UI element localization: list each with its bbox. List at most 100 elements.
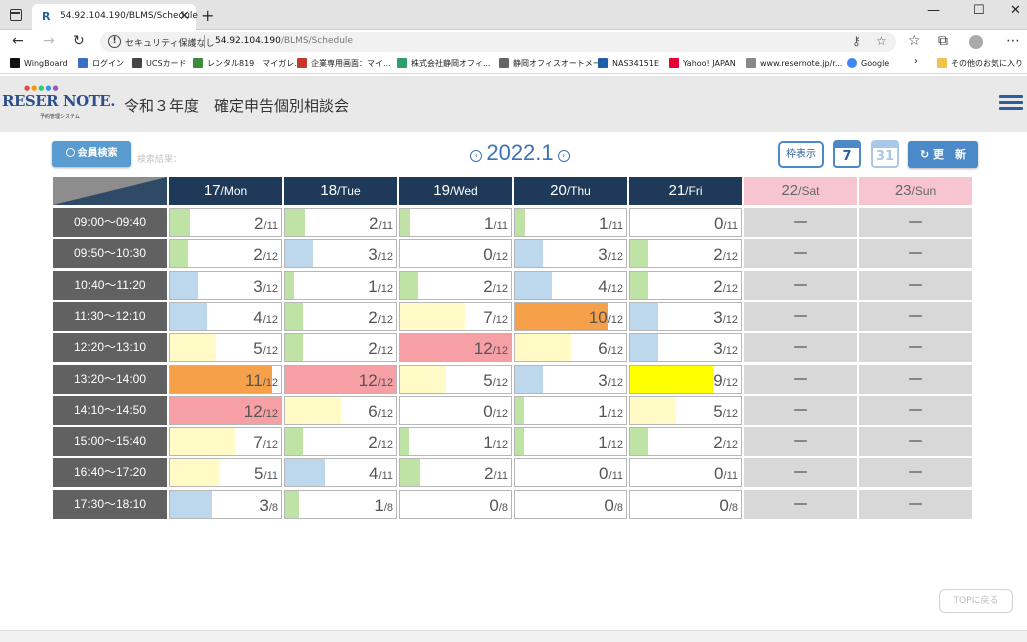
close-window-icon[interactable]: ✕ [1010, 3, 1021, 18]
reservation-cell[interactable]: 3/12 [169, 271, 282, 300]
reservation-cell[interactable]: 2/12 [284, 302, 397, 331]
reservation-cell[interactable]: 12/12 [284, 365, 397, 394]
reservation-cell[interactable]: 0/8 [629, 490, 742, 519]
horizontal-scrollbar[interactable] [0, 630, 1027, 642]
reservation-cell[interactable]: 3/12 [284, 239, 397, 268]
reservation-cell[interactable]: 4/12 [169, 302, 282, 331]
reservation-cell[interactable]: 2/11 [284, 208, 397, 237]
reservation-cell[interactable]: 0/8 [399, 490, 512, 519]
other-favorites[interactable]: その他のお気に入り [937, 58, 1023, 69]
reservation-cell[interactable]: 0/12 [399, 239, 512, 268]
reservation-cell[interactable]: 5/12 [399, 365, 512, 394]
not-secure-icon[interactable]: ! [108, 35, 121, 48]
reservation-cell[interactable]: 10/12 [514, 302, 627, 331]
bookmark-5[interactable]: 株式会社静岡オフィ... [397, 58, 490, 69]
reservation-cell[interactable]: 0/11 [629, 208, 742, 237]
back-icon[interactable]: ← [12, 33, 24, 49]
reservation-cell[interactable]: 12/12 [169, 396, 282, 425]
reservation-cell[interactable]: 11/12 [169, 365, 282, 394]
bookmark-9[interactable]: www.resernote.jp/r... [746, 58, 842, 68]
bookmark-3[interactable]: レンタル819 マイガレ... [193, 58, 302, 69]
bookmark-1[interactable]: ログイン [78, 58, 124, 69]
reservation-cell[interactable]: 2/12 [629, 239, 742, 268]
capacity: 12 [725, 377, 738, 389]
hamburger-menu-icon[interactable] [999, 95, 1023, 111]
reservation-cell[interactable]: 1/12 [514, 396, 627, 425]
reservation-cell[interactable]: 0/12 [399, 396, 512, 425]
close-tab-icon[interactable]: ✕ [179, 9, 190, 24]
more-bookmarks-icon[interactable]: › [914, 56, 918, 67]
url-field[interactable]: ! セキュリティ保護なし 54.92.104.190/BLMS/Schedule… [100, 32, 896, 52]
occupancy-bar [170, 334, 217, 361]
bookmark-10[interactable]: Google [847, 58, 889, 68]
password-key-icon[interactable]: ⚷ [852, 34, 861, 48]
reservation-cell[interactable]: 2/11 [399, 458, 512, 487]
tab-actions-icon[interactable] [10, 9, 22, 21]
add-favorite-icon[interactable]: ☆ [876, 34, 887, 48]
collections-icon[interactable]: ⧉ [938, 33, 948, 49]
minimize-icon[interactable]: — [927, 3, 940, 18]
reservation-cell[interactable]: 5/12 [169, 333, 282, 362]
reservation-cell[interactable]: 5/12 [629, 396, 742, 425]
month-view-calendar-icon[interactable]: 31 [871, 140, 899, 168]
reservation-cell[interactable]: 1/11 [399, 208, 512, 237]
reservation-cell[interactable]: 3/12 [514, 365, 627, 394]
reservation-cell[interactable]: 0/11 [514, 458, 627, 487]
next-period-icon[interactable]: › [557, 150, 570, 162]
maximize-icon[interactable]: ☐ [973, 3, 985, 18]
reservation-cell[interactable]: 0/11 [629, 458, 742, 487]
reservation-cell[interactable]: 0/8 [514, 490, 627, 519]
reservation-count: 1/12 [598, 402, 623, 422]
url-text[interactable]: 54.92.104.190/BLMS/Schedule [215, 36, 353, 46]
reservation-cell[interactable]: 2/11 [169, 208, 282, 237]
favorites-icon[interactable]: ☆ [908, 33, 921, 49]
reservation-cell[interactable]: 3/12 [629, 333, 742, 362]
capacity: 12 [725, 251, 738, 263]
booked-count: 6 [368, 402, 378, 421]
security-label[interactable]: セキュリティ保護なし [125, 36, 214, 49]
reservation-cell[interactable]: 2/12 [629, 271, 742, 300]
reservation-cell[interactable]: 12/12 [399, 333, 512, 362]
forward-icon[interactable]: → [43, 33, 55, 49]
more-menu-icon[interactable]: ⋯ [1006, 33, 1020, 49]
browser-tab[interactable]: R 54.92.104.190/BLMS/Schedule ✕ [32, 4, 198, 30]
bookmark-7[interactable]: NAS34151E [598, 58, 659, 68]
frame-view-button[interactable]: 枠表示 [778, 141, 824, 168]
reservation-cell[interactable]: 2/12 [169, 239, 282, 268]
reservation-cell[interactable]: 2/12 [284, 333, 397, 362]
back-to-top-button[interactable]: TOPに戻る [939, 589, 1013, 613]
reservation-cell[interactable]: 2/12 [284, 427, 397, 456]
reservation-cell[interactable]: 1/8 [284, 490, 397, 519]
member-search-button[interactable]: 会員検索 [52, 141, 131, 167]
new-tab-icon[interactable]: + [201, 6, 214, 25]
reservation-cell[interactable]: 5/11 [169, 458, 282, 487]
prev-period-icon[interactable]: ‹ [470, 150, 483, 162]
reload-icon[interactable]: ↻ [73, 33, 85, 49]
week-view-calendar-icon[interactable]: 7 [833, 140, 861, 168]
reservation-cell[interactable]: 1/12 [284, 271, 397, 300]
reservation-cell[interactable]: 7/12 [399, 302, 512, 331]
reservation-cell[interactable]: 4/12 [514, 271, 627, 300]
occupancy-bar [285, 272, 295, 299]
refresh-button[interactable]: ↻ 更 新 [908, 141, 978, 168]
profile-avatar[interactable] [969, 35, 983, 49]
reservation-cell[interactable]: 4/11 [284, 458, 397, 487]
reservation-cell[interactable]: 2/12 [629, 427, 742, 456]
reservation-cell[interactable]: 3/8 [169, 490, 282, 519]
reservation-cell[interactable]: 1/12 [399, 427, 512, 456]
reservation-cell[interactable]: 7/12 [169, 427, 282, 456]
reservation-cell[interactable]: 6/12 [514, 333, 627, 362]
reservation-cell[interactable]: 1/11 [514, 208, 627, 237]
app-logo[interactable]: ●●●●● RESER NOTE. 予約管理システム [2, 84, 115, 126]
reservation-cell[interactable]: 6/12 [284, 396, 397, 425]
reservation-cell[interactable]: 3/12 [514, 239, 627, 268]
bookmark-4[interactable]: 企業専用画面：マイ... [297, 58, 391, 69]
reservation-cell[interactable]: 9/12 [629, 365, 742, 394]
reservation-cell[interactable]: 3/12 [629, 302, 742, 331]
bookmark-8[interactable]: Yahoo! JAPAN [669, 58, 736, 68]
reservation-cell[interactable]: 2/12 [399, 271, 512, 300]
bookmark-6[interactable]: 静岡オフィスオートメー... [499, 58, 608, 69]
bookmark-2[interactable]: UCSカード [132, 58, 187, 69]
bookmark-0[interactable]: WingBoard [10, 58, 68, 68]
reservation-cell[interactable]: 1/12 [514, 427, 627, 456]
